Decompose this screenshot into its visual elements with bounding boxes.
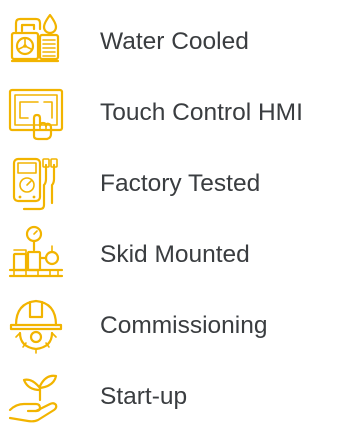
feature-item-commissioning: Commissioning (0, 290, 349, 360)
feature-label: Touch Control HMI (100, 99, 303, 126)
water-cooled-icon (6, 11, 66, 71)
feature-item-start-up: Start-up (0, 361, 349, 431)
touch-control-hmi-icon (6, 82, 66, 142)
feature-label: Factory Tested (100, 170, 261, 197)
feature-label: Start-up (100, 383, 188, 410)
factory-tested-icon (6, 153, 66, 213)
feature-item-water-cooled: Water Cooled (0, 6, 349, 76)
feature-label: Water Cooled (100, 28, 249, 55)
feature-list: Water Cooled Touch Control HMI Factory T… (0, 0, 349, 432)
start-up-icon (6, 366, 66, 426)
feature-item-factory-tested: Factory Tested (0, 148, 349, 218)
feature-item-touch-control-hmi: Touch Control HMI (0, 77, 349, 147)
feature-label: Skid Mounted (100, 241, 250, 268)
feature-item-skid-mounted: Skid Mounted (0, 219, 349, 289)
commissioning-icon (6, 295, 66, 355)
skid-mounted-icon (6, 224, 66, 284)
feature-label: Commissioning (100, 312, 268, 339)
